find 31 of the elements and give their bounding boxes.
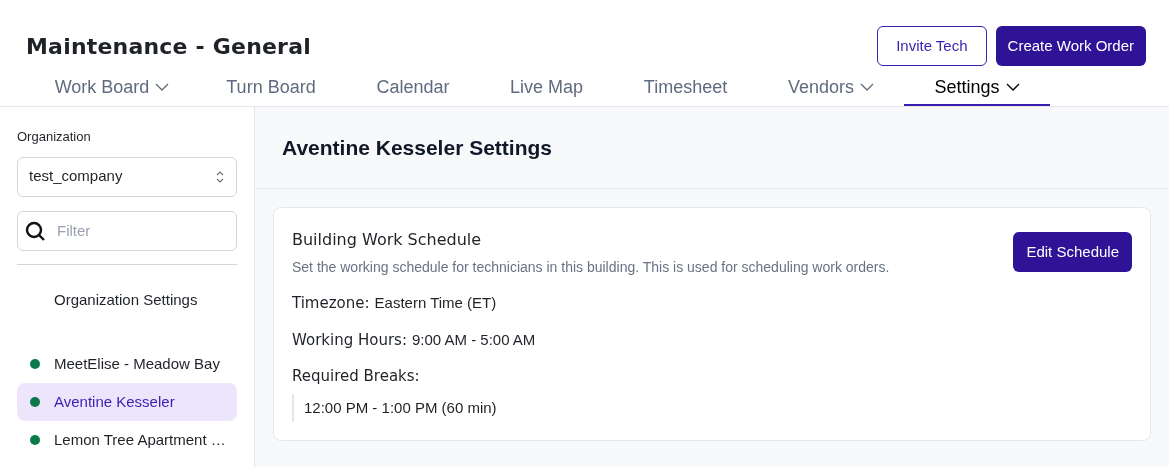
search-icon — [25, 220, 46, 242]
building-item[interactable]: Lemon Tree Apartment … — [17, 421, 237, 459]
organization-select[interactable]: test_company — [17, 156, 237, 197]
nav-tab[interactable]: Live Map — [480, 70, 613, 106]
organization-label: Organization — [17, 128, 92, 146]
break-entry: 12:00 PM - 1:00 PM (60 min) — [304, 398, 497, 416]
nav-tab[interactable]: Work Board — [28, 70, 196, 106]
nav-tab[interactable]: Turn Board — [196, 70, 346, 106]
card-description: Set the working schedule for technicians in this building. This is used for scheduling work orders. — [292, 258, 890, 277]
card-title: Building Work Schedule — [292, 229, 483, 251]
field-label: Working Hours: — [292, 329, 407, 351]
chevron-down-icon — [155, 83, 170, 91]
nav-tab[interactable]: Vendors — [758, 70, 904, 106]
chevron-down-icon — [860, 83, 875, 91]
field-value: 9:00 AM - 5:00 AM — [411, 329, 536, 350]
building-item[interactable]: Aventine Kesseler — [17, 383, 237, 421]
filter-field[interactable]: Filter — [17, 210, 237, 251]
chevron-down-icon — [1005, 83, 1020, 91]
settings-title: Aventine Kesseler Settings — [282, 134, 552, 161]
breaks-label: Required Breaks: — [292, 366, 421, 387]
edit-schedule-button[interactable]: Edit Schedule — [1013, 232, 1132, 272]
nav-tab[interactable]: Calendar — [346, 70, 480, 106]
invite-tech-button[interactable]: Invite Tech — [877, 26, 987, 66]
page-title: Maintenance - General — [26, 32, 311, 61]
nav-tab[interactable]: Timesheet — [613, 70, 758, 106]
field-value: Eastern Time (ET) — [374, 293, 497, 313]
chevron-up-down-icon — [215, 169, 225, 184]
create-work-order-button[interactable]: Create Work Order — [995, 26, 1146, 66]
building-item[interactable]: MeetElise - Meadow Bay — [17, 345, 237, 383]
organization-settings-link[interactable]: Organization Settings — [17, 288, 237, 311]
field-label: Timezone: — [292, 293, 370, 314]
